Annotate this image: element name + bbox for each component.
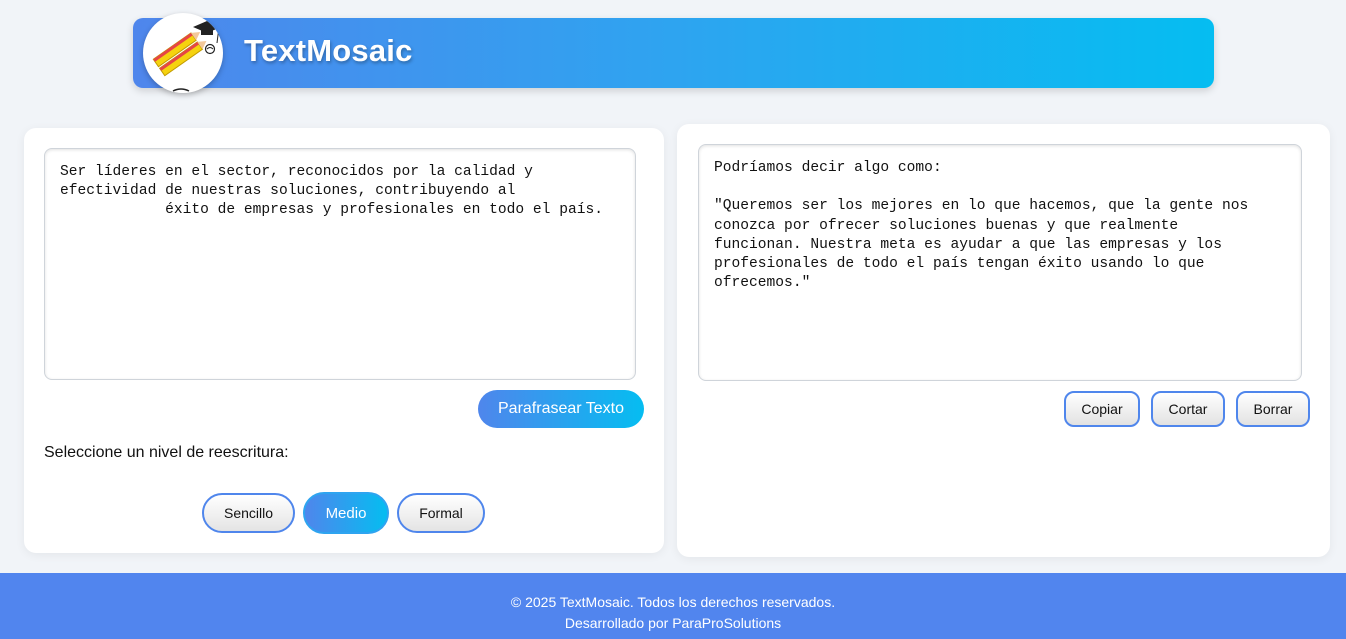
- clear-button[interactable]: Borrar: [1236, 391, 1310, 427]
- footer: © 2025 TextMosaic. Todos los derechos re…: [0, 573, 1346, 639]
- input-panel: Ser líderes en el sector, reconocidos po…: [24, 128, 664, 553]
- output-textarea[interactable]: Podríamos decir algo como: "Queremos ser…: [698, 144, 1302, 381]
- graduation-pencil-logo-icon: [152, 21, 221, 92]
- rewrite-level-label: Seleccione un nivel de reescritura:: [44, 444, 289, 461]
- paraphrase-button[interactable]: Parafrasear Texto: [478, 390, 644, 428]
- app-title: TextMosaic: [244, 33, 413, 68]
- copy-button[interactable]: Copiar: [1064, 391, 1140, 427]
- footer-developer: Desarrollado por ParaProSolutions: [564, 615, 782, 631]
- logo-icon: [143, 13, 223, 93]
- output-panel: Podríamos decir algo como: "Queremos ser…: [677, 124, 1330, 557]
- cut-button[interactable]: Cortar: [1151, 391, 1225, 427]
- footer-copyright: © 2025 TextMosaic. Todos los derechos re…: [510, 594, 836, 610]
- input-textarea[interactable]: Ser líderes en el sector, reconocidos po…: [44, 148, 636, 380]
- level-simple-button[interactable]: Sencillo: [202, 493, 295, 533]
- level-formal-button[interactable]: Formal: [397, 493, 485, 533]
- level-medium-button[interactable]: Medio: [303, 492, 389, 534]
